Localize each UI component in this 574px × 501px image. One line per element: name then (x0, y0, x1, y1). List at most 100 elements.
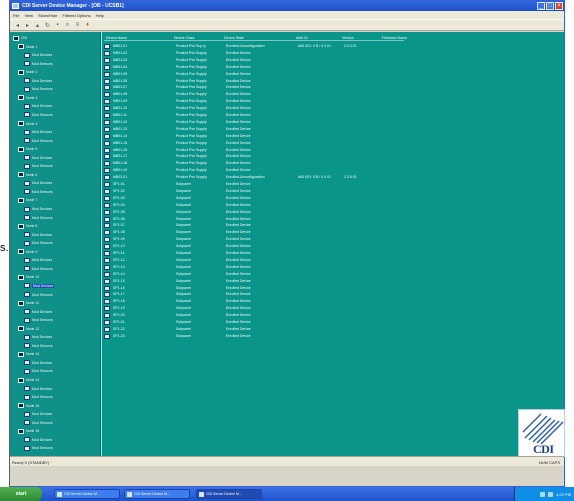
tree-item-node[interactable]: Node 14 (18, 377, 39, 383)
table-row[interactable]: SP1-14 Subpanel Enrolled Device (104, 271, 404, 277)
table-row[interactable]: SP1-04 Subpanel Enrolled Device (104, 202, 404, 208)
tree-item-folder[interactable]: Mod Devices (24, 437, 52, 443)
tree-item-folder[interactable]: Mod Sensors (24, 138, 53, 144)
tree-item-node[interactable]: Node 3 (18, 95, 37, 101)
device-tree[interactable]: CDI Node 1 Mod Devices Mod Sensors Node 2 Mod… (10, 32, 101, 456)
table-row[interactable]: SP1-21 Subpanel Enrolled Device (104, 319, 404, 325)
properties-icon[interactable]: ≡ (74, 22, 81, 29)
table-row[interactable]: SP1-22 Subpanel Enrolled Device (104, 326, 404, 332)
start-button[interactable]: start (0, 487, 42, 501)
tree-item-node[interactable]: Node 2 (18, 69, 37, 75)
tree-item-folder[interactable]: Mod Sensors (24, 61, 53, 67)
table-row[interactable]: MB01-09 Product Pwr Supply Enrolled Device (104, 98, 404, 105)
table-row[interactable]: MB01-18 Product Pwr Supply Enrolled Device (104, 160, 404, 167)
table-row[interactable]: MB01-16 Product Pwr Supply Enrolled Device (104, 147, 404, 153)
table-row[interactable]: SP1-03 Subpanel Enrolled Device (104, 195, 404, 201)
table-row[interactable]: MB01-19 Product Pwr Supply Enrolled Device (104, 167, 404, 174)
tree-item-node[interactable]: Node 1 (18, 44, 37, 50)
close-button[interactable]: × (555, 2, 563, 10)
tree-item-node[interactable]: Node 11 (18, 300, 39, 306)
taskbar-item[interactable]: CDI Server Device M... (54, 489, 120, 499)
tree-item-folder[interactable]: Mod Sensors (24, 163, 53, 169)
table-row[interactable]: SP1-16 Subpanel Enrolled Device (104, 285, 404, 291)
tree-item-node[interactable]: Node 7 (18, 197, 37, 203)
table-row[interactable]: MB01-07 Product Pwr Supply Enrolled Device (104, 84, 404, 91)
table-row[interactable]: SP1-23 Subpanel Enrolled Device (104, 333, 404, 339)
tree-item-node[interactable]: Node 8 (18, 223, 37, 229)
table-row[interactable]: SP1-05 Subpanel Enrolled Device (104, 209, 404, 215)
table-row[interactable]: MB01-12 Product Pwr Supply Enrolled Device (104, 119, 404, 125)
table-row[interactable]: MB01-06 Product Pwr Supply Enrolled Device (104, 78, 404, 84)
table-row[interactable]: SP1-08 Subpanel Enrolled Device (104, 229, 404, 236)
table-row[interactable]: SP1-01 Subpanel Enrolled Device (104, 181, 404, 187)
taskbar-item[interactable]: CDI Server Device M... (124, 489, 190, 499)
tree-item-folder[interactable]: Mod Devices (24, 232, 52, 238)
table-row[interactable]: SP1-17 Subpanel Enrolled Device (104, 291, 404, 298)
tree-item-folder[interactable]: Mod Sensors (24, 317, 53, 323)
tree-item-folder[interactable]: Mod Sensors (24, 292, 53, 298)
tree-item-folder[interactable]: Mod Sensors (24, 86, 53, 92)
table-row[interactable]: MB01-02 Product Pwr Supply Enrolled Device (104, 50, 404, 56)
table-row[interactable]: MB01-15 Product Pwr Supply Enrolled Device (104, 140, 404, 146)
table-row[interactable]: MB01-11 Product Pwr Supply Enrolled Device (104, 112, 404, 118)
tree-item-folder[interactable]: Mod Sensors (24, 368, 53, 374)
tree-item-node[interactable]: Node 16 (18, 428, 39, 434)
table-row[interactable]: MB01-17 Product Pwr Supply Enrolled Device (104, 153, 404, 160)
tree-item-node[interactable]: Node 10 (18, 274, 39, 280)
table-row[interactable]: SP1-19 Subpanel Enrolled Device (104, 305, 404, 312)
table-row[interactable]: SP1-18 Subpanel Enrolled Device (104, 298, 404, 305)
table-row[interactable]: SP1-11 Subpanel Enrolled Device (104, 250, 404, 256)
tree-item-folder[interactable]: Mod Devices (24, 334, 52, 340)
tree-root[interactable]: CDI (13, 35, 27, 41)
menu-show-hide[interactable]: Show/Hide (38, 13, 57, 18)
tree-item-folder[interactable]: Mod Devices (24, 309, 52, 315)
table-row[interactable]: MB02-01 Product Pwr Supply Enrolled-Unconf… (104, 174, 404, 181)
tree-item-node[interactable]: Node 9 (18, 249, 37, 255)
table-row[interactable]: SP1-09 Subpanel Enrolled Device (104, 236, 404, 243)
tree-item-node[interactable]: Node 6 (18, 172, 37, 178)
tree-item-folder[interactable]: Mod Sensors (24, 445, 53, 451)
tree-item-folder[interactable]: Mod Devices (24, 257, 52, 263)
tree-item-folder[interactable]: Mod Sensors (24, 240, 53, 246)
table-row[interactable]: MB01-14 Product Pwr Supply Enrolled Device (104, 133, 404, 139)
tree-item-folder[interactable]: Mod Sensors (24, 343, 53, 349)
table-row[interactable]: SP1-10 Subpanel Enrolled Device (104, 243, 404, 250)
table-row[interactable]: SP1-07 Subpanel Enrolled Device (104, 222, 404, 229)
tree-item-folder[interactable]: Mod Devices (24, 386, 52, 392)
alert-icon[interactable]: ♦ (84, 22, 91, 29)
taskbar-item-active[interactable]: CDI Server Device M... (196, 489, 262, 499)
table-row[interactable]: SP1-20 Subpanel Enrolled Device (104, 312, 404, 319)
tree-item-folder[interactable]: Mod Devices (24, 411, 52, 417)
tree-item-folder[interactable]: Mod Sensors (24, 394, 53, 400)
volume-icon[interactable] (548, 491, 554, 497)
table-row[interactable]: MB01-01 Product Pwr Sup ly Enrolled-Unconf… (104, 43, 404, 49)
tree-item-node[interactable]: Node 4 (18, 121, 37, 127)
tree-item-folder[interactable]: Mod Devices (24, 52, 52, 58)
tree-item-folder[interactable]: Mod Devices (24, 155, 52, 161)
tree-item-folder[interactable]: Mod Devices (24, 129, 52, 135)
tree-item-folder[interactable]: Mod Sensors (24, 266, 53, 272)
tree-item-node[interactable]: Node 13 (18, 351, 39, 357)
table-row[interactable]: SP1-02 Subpanel Enrolled Device (104, 188, 404, 194)
tree-item-node[interactable]: Node 12 (18, 326, 39, 332)
tree-item-node[interactable]: Node 5 (18, 146, 37, 152)
tree-item-node[interactable]: Node 15 (18, 403, 39, 409)
menu-file[interactable]: File (13, 13, 19, 18)
stop-icon[interactable]: ▪ (54, 22, 61, 29)
title-bar[interactable]: CDI Server Device Manager - [OB - UCSB1]… (10, 1, 564, 11)
tree-item-folder[interactable]: Mod Devices (24, 78, 52, 84)
minimize-button[interactable]: _ (537, 2, 545, 10)
tree-item-folder[interactable]: Mod Devices (24, 180, 52, 186)
refresh-icon[interactable]: ↻ (44, 22, 51, 29)
table-row[interactable]: MB01-10 Product Pwr Supply Enrolled Device (104, 105, 404, 112)
table-row[interactable]: SP1-13 Subpanel Enrolled Device (104, 264, 404, 270)
tree-item-folder[interactable]: Mod Sensors (24, 215, 53, 221)
network-icon[interactable] (540, 491, 546, 497)
tree-item-folder[interactable]: Mod Sensors (24, 112, 53, 118)
table-row[interactable]: MB01-13 Product Pwr Supply Enrolled Device (104, 126, 404, 132)
menu-view[interactable]: View (24, 13, 33, 18)
table-row[interactable]: MB01-05 Product Pwr Supply Enrolled Device (104, 71, 404, 77)
maximize-button[interactable]: □ (546, 2, 554, 10)
tree-item-folder[interactable]: Mod Devices (24, 360, 52, 366)
tree-item-folder[interactable]: Mod Devices (24, 283, 55, 289)
